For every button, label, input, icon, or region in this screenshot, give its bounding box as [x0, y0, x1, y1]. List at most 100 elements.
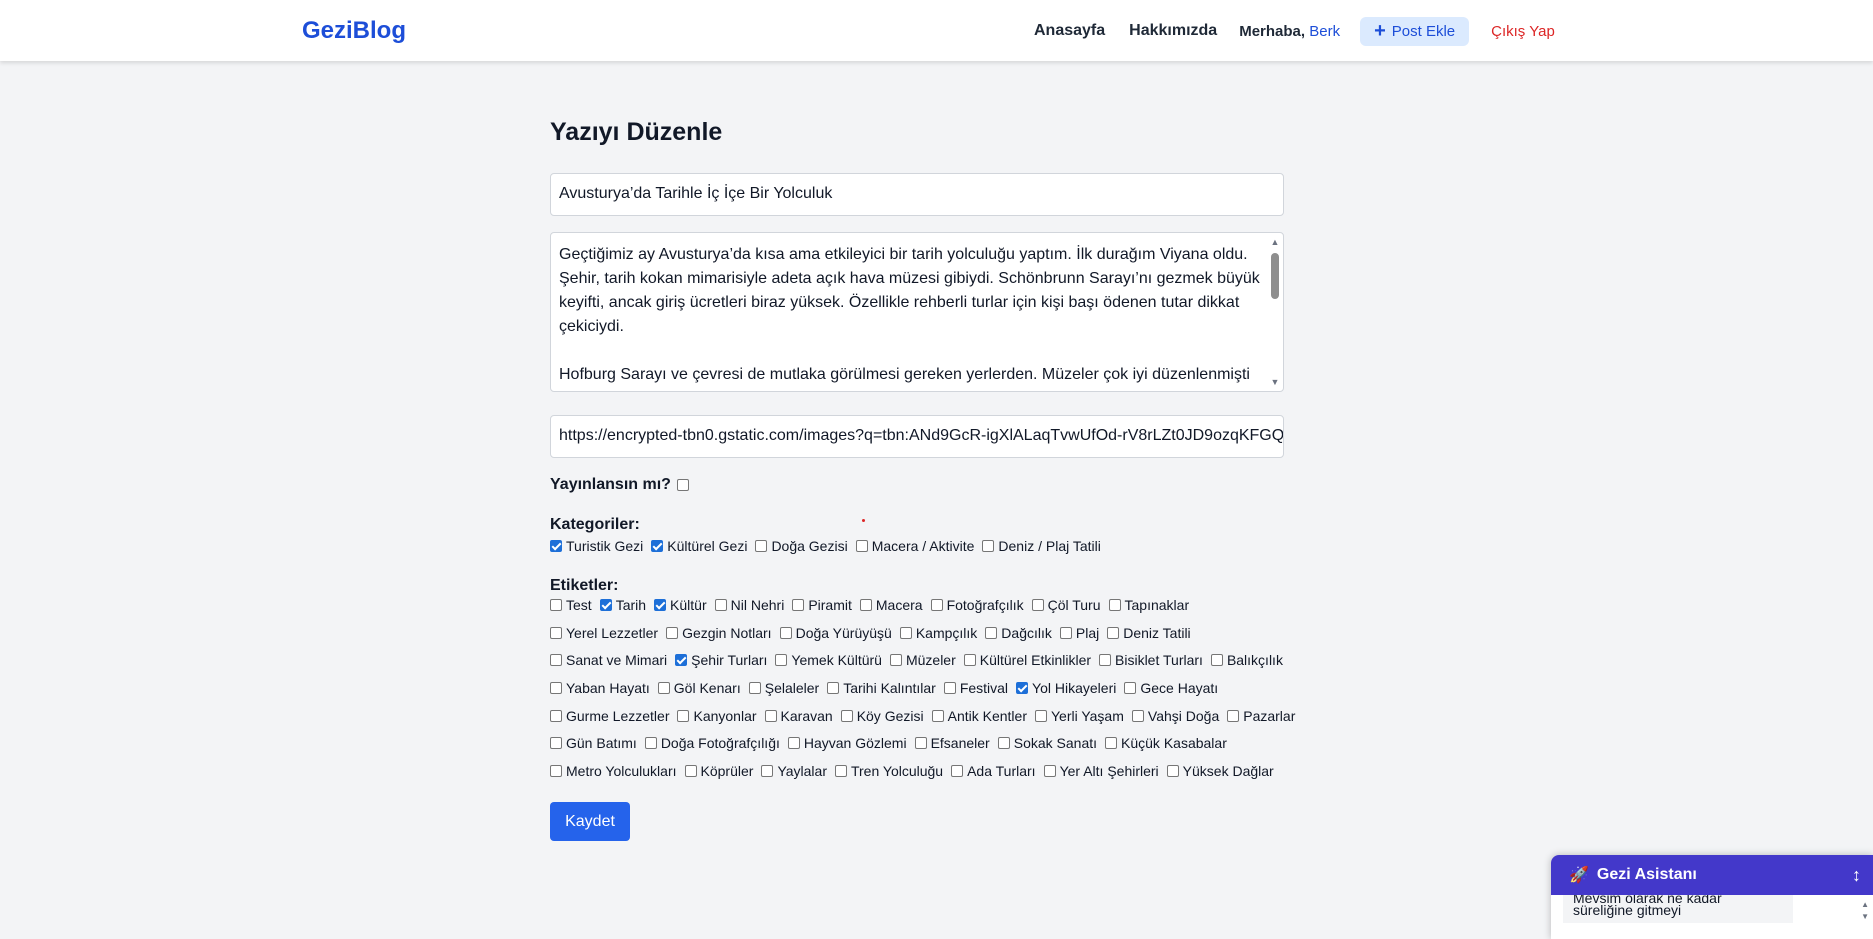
tag-item-checkbox[interactable] — [1124, 682, 1137, 694]
tag-item[interactable]: Şehir Turları — [675, 652, 767, 668]
tag-item-checkbox[interactable] — [677, 710, 690, 722]
category-item[interactable]: Macera / Aktivite — [855, 538, 974, 554]
tag-item[interactable]: Yerel Lezzetler — [550, 625, 658, 641]
tag-item-checkbox[interactable] — [943, 682, 956, 694]
tag-item[interactable]: Kanyonlar — [677, 708, 757, 724]
tag-item-checkbox[interactable] — [1107, 627, 1120, 639]
tag-item[interactable]: Doğa Fotoğrafçılığı — [644, 735, 780, 751]
tag-item[interactable]: Hayvan Gözlemi — [787, 735, 907, 751]
tag-item[interactable]: Yol Hikayeleri — [1016, 680, 1116, 696]
textarea-scrollbar[interactable]: ▲ ▼ — [1269, 235, 1281, 389]
tag-item[interactable]: Sokak Sanatı — [997, 735, 1097, 751]
category-item-checkbox[interactable] — [855, 540, 868, 552]
tag-item-checkbox[interactable] — [775, 654, 788, 666]
tag-item-checkbox[interactable] — [714, 599, 727, 611]
tag-item[interactable]: Metro Yolculukları — [550, 763, 677, 779]
tag-item[interactable]: Sanat ve Mimari — [550, 652, 667, 668]
tag-item-checkbox[interactable] — [764, 710, 777, 722]
tag-item[interactable]: Göl Kenarı — [657, 680, 741, 696]
tag-item[interactable]: Köprüler — [684, 763, 753, 779]
add-post-button[interactable]: + Post Ekle — [1360, 16, 1470, 46]
tag-item-checkbox[interactable] — [1105, 737, 1118, 749]
tag-item[interactable]: Doğa Yürüyüşü — [779, 625, 892, 641]
tag-item-checkbox[interactable] — [1166, 765, 1179, 777]
tag-item[interactable]: Pazarlar — [1227, 708, 1295, 724]
tag-item-checkbox[interactable] — [859, 599, 872, 611]
tag-item[interactable]: Vahşi Doğa — [1131, 708, 1219, 724]
tag-item-checkbox[interactable] — [827, 682, 840, 694]
tag-item[interactable]: Yaylalar — [761, 763, 827, 779]
scroll-down-arrow-icon[interactable]: ▼ — [1270, 377, 1280, 387]
category-item[interactable]: Deniz / Plaj Tatili — [982, 538, 1101, 554]
tag-item[interactable]: Plaj — [1059, 625, 1099, 641]
tag-item[interactable]: Şelaleler — [748, 680, 819, 696]
tag-item-checkbox[interactable] — [550, 682, 562, 694]
tag-item[interactable]: Test — [550, 597, 592, 613]
tag-item[interactable]: Gece Hayatı — [1124, 680, 1218, 696]
tag-item-checkbox[interactable] — [748, 682, 761, 694]
publish-checkbox[interactable] — [676, 479, 689, 491]
tag-item-checkbox[interactable] — [899, 627, 912, 639]
image-url-input[interactable]: https://encrypted-tbn0.gstatic.com/image… — [550, 415, 1284, 458]
tag-item[interactable]: Kültür — [654, 597, 707, 613]
tag-item-checkbox[interactable] — [930, 599, 943, 611]
site-logo[interactable]: GeziBlog — [302, 17, 406, 45]
tag-item[interactable]: Yaban Hayatı — [550, 680, 650, 696]
tag-item[interactable]: Macera — [859, 597, 923, 613]
tag-item[interactable]: Gurme Lezzetler — [550, 708, 669, 724]
tag-item-checkbox[interactable] — [1099, 654, 1112, 666]
nav-about-link[interactable]: Hakkımızda — [1129, 22, 1217, 40]
category-item[interactable]: Turistik Gezi — [550, 538, 643, 554]
tag-item[interactable]: Kampçılık — [899, 625, 977, 641]
tag-item[interactable]: Deniz Tatili — [1107, 625, 1191, 641]
tag-item[interactable]: Antik Kentler — [931, 708, 1027, 724]
scrollbar-thumb[interactable] — [1271, 253, 1279, 299]
nav-home-link[interactable]: Anasayfa — [1034, 22, 1105, 40]
tag-item[interactable]: Çöl Turu — [1031, 597, 1101, 613]
tag-item-checkbox[interactable] — [963, 654, 976, 666]
tag-item[interactable]: Tapınaklar — [1108, 597, 1189, 613]
post-title-input[interactable]: Avusturya’da Tarihle İç İçe Bir Yolculuk — [550, 173, 1284, 216]
tag-item[interactable]: Müzeler — [889, 652, 956, 668]
tag-item[interactable]: Yer Altı Şehirleri — [1043, 763, 1159, 779]
tag-item-checkbox[interactable] — [684, 765, 697, 777]
tag-item-checkbox[interactable] — [550, 737, 562, 749]
tag-item-checkbox[interactable] — [550, 599, 562, 611]
tag-item-checkbox[interactable] — [599, 599, 612, 611]
tag-item[interactable]: Gezgin Notları — [666, 625, 772, 641]
chat-header[interactable]: 🚀 Gezi Asistanı ↕ — [1551, 855, 1873, 895]
tag-item[interactable]: Kültürel Etkinlikler — [963, 652, 1091, 668]
tag-item[interactable]: Yemek Kültürü — [775, 652, 882, 668]
category-item-checkbox[interactable] — [982, 540, 995, 552]
tag-item[interactable]: Bisiklet Turları — [1099, 652, 1203, 668]
tag-item-checkbox[interactable] — [550, 765, 562, 777]
tag-item[interactable]: Gün Batımı — [550, 735, 637, 751]
tag-item-checkbox[interactable] — [1131, 710, 1144, 722]
tag-item[interactable]: Karavan — [764, 708, 833, 724]
tag-item-checkbox[interactable] — [1034, 710, 1047, 722]
tag-item[interactable]: Köy Gezisi — [840, 708, 924, 724]
chat-scroll-arrows-icon[interactable]: ▲ ▼ — [1861, 899, 1869, 923]
tag-item-checkbox[interactable] — [657, 682, 670, 694]
tag-item-checkbox[interactable] — [914, 737, 927, 749]
tag-item[interactable]: Tarih — [599, 597, 646, 613]
category-item[interactable]: Kültürel Gezi — [651, 538, 747, 554]
resize-vertical-icon[interactable]: ↕ — [1852, 865, 1861, 886]
tag-item[interactable]: Balıkçılık — [1210, 652, 1283, 668]
tag-item-checkbox[interactable] — [1227, 710, 1240, 722]
tag-item[interactable]: Tarihi Kalıntılar — [827, 680, 936, 696]
tag-item[interactable]: Piramit — [792, 597, 852, 613]
tag-item-checkbox[interactable] — [997, 737, 1010, 749]
tag-item-checkbox[interactable] — [985, 627, 998, 639]
tag-item[interactable]: Yerli Yaşam — [1034, 708, 1124, 724]
category-item-checkbox[interactable] — [755, 540, 768, 552]
tag-item-checkbox[interactable] — [1108, 599, 1121, 611]
tag-item-checkbox[interactable] — [840, 710, 853, 722]
category-item-checkbox[interactable] — [550, 540, 562, 552]
scroll-up-arrow-icon[interactable]: ▲ — [1270, 237, 1280, 247]
tag-item-checkbox[interactable] — [792, 599, 805, 611]
tag-item-checkbox[interactable] — [761, 765, 774, 777]
category-item-checkbox[interactable] — [651, 540, 664, 552]
tag-item[interactable]: Festival — [943, 680, 1008, 696]
tag-item-checkbox[interactable] — [1031, 599, 1044, 611]
